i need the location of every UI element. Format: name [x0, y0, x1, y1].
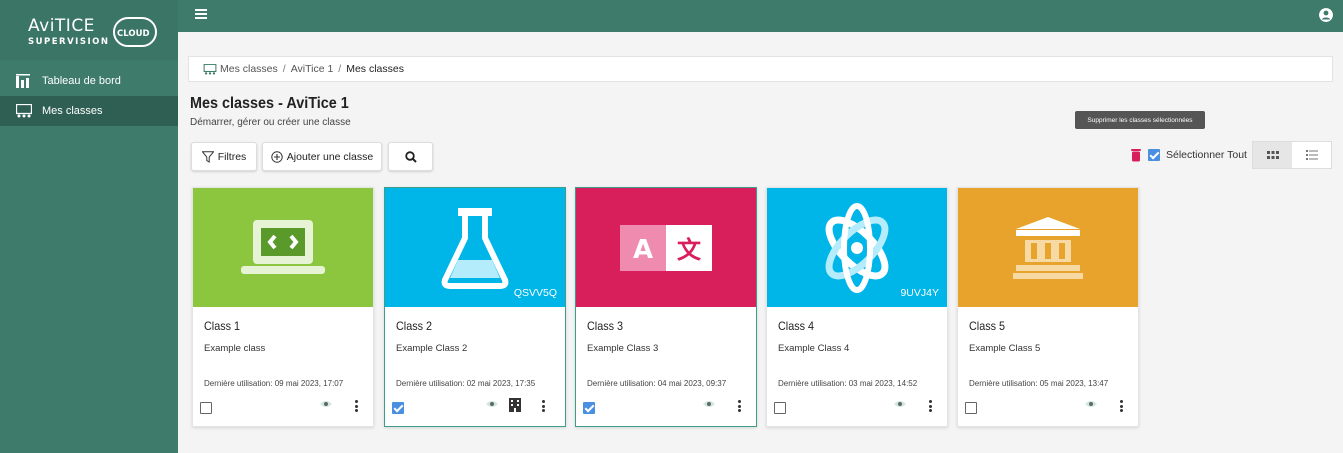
more-options-icon[interactable]: [929, 400, 933, 412]
filters-button[interactable]: Filtres: [191, 142, 257, 171]
add-circle-icon: [271, 150, 283, 163]
select-all-label: Sélectionner Tout: [1166, 149, 1247, 161]
list-view-button[interactable]: [1292, 142, 1331, 168]
breadcrumb-current: Mes classes: [346, 63, 404, 75]
laptop-code-icon: [241, 219, 325, 274]
delete-tooltip: Supprimer les classes sélectionnées: [1075, 111, 1205, 129]
filters-label: Filtres: [217, 150, 247, 163]
class-card[interactable]: 9UVJ4Y Class 4 Example Class 4 Dernière …: [766, 187, 948, 427]
sidebar-item-label: Tableau de bord: [42, 75, 121, 87]
class-name: Class 5: [969, 319, 1006, 333]
search-button[interactable]: [388, 142, 433, 171]
more-options-icon[interactable]: [355, 400, 359, 412]
page-subtitle: Démarrer, gérer ou créer une classe: [190, 117, 351, 128]
breadcrumb-separator: /: [338, 63, 342, 75]
more-options-icon[interactable]: [738, 400, 742, 412]
eye-icon[interactable]: [319, 399, 333, 409]
class-code: 9UVJ4Y: [900, 287, 939, 299]
class-description: Example Class 5: [969, 343, 1041, 354]
class-checkbox[interactable]: [392, 402, 404, 414]
sidebar-item-classes[interactable]: Mes classes: [0, 96, 178, 126]
last-used-date: Dernière utilisation: 03 mai 2023, 14:52: [778, 379, 918, 388]
eye-icon[interactable]: [485, 399, 499, 409]
last-used-date: Dernière utilisation: 02 mai 2023, 17:35: [396, 379, 536, 388]
class-name: Class 2: [396, 319, 433, 333]
select-all-checkbox[interactable]: [1148, 149, 1160, 161]
svg-text:文: 文: [677, 236, 702, 264]
top-bar: [178, 0, 1343, 32]
filter-icon: [201, 150, 214, 163]
classes-icon: [16, 104, 32, 118]
class-card-image[interactable]: 9UVJ4Y: [767, 188, 947, 307]
class-card-image[interactable]: A 文: [576, 188, 756, 307]
building-icon[interactable]: [509, 398, 521, 412]
last-used-date: Dernière utilisation: 05 mai 2023, 13:47: [969, 379, 1109, 388]
add-class-button[interactable]: Ajouter une classe: [262, 142, 382, 171]
class-description: Example class: [204, 343, 266, 354]
class-card-image[interactable]: QSVV5Q: [385, 188, 565, 307]
eye-icon[interactable]: [893, 399, 907, 409]
class-card-image[interactable]: [193, 188, 373, 307]
trash-icon[interactable]: [1130, 148, 1142, 162]
add-class-label: Ajouter une classe: [286, 150, 374, 163]
class-description: Example Class 3: [587, 343, 659, 354]
class-name: Class 1: [204, 319, 241, 333]
last-used-date: Dernière utilisation: 04 mai 2023, 09:37: [587, 379, 727, 388]
more-options-icon[interactable]: [542, 400, 546, 412]
breadcrumb-separator: /: [282, 63, 286, 75]
classes-icon: [203, 63, 217, 75]
eye-icon[interactable]: [702, 399, 716, 409]
breadcrumb: Mes classes / AviTice 1 / Mes classes: [188, 56, 1333, 82]
svg-text:A: A: [633, 235, 653, 265]
museum-icon: [1013, 216, 1083, 279]
class-card-image[interactable]: [958, 188, 1138, 307]
app-logo[interactable]: AviTICE SUPERVISION CLOUD: [0, 0, 178, 60]
cloud-badge-label: CLOUD: [117, 29, 150, 39]
user-icon[interactable]: [1319, 8, 1333, 22]
class-checkbox[interactable]: [200, 402, 212, 414]
more-options-icon[interactable]: [1120, 400, 1124, 412]
list-icon: [1305, 150, 1318, 160]
grid-view-button[interactable]: [1253, 142, 1292, 168]
class-checkbox[interactable]: [774, 402, 786, 414]
class-description: Example Class 2: [396, 343, 468, 354]
page-title: Mes classes - AviTice 1: [190, 95, 349, 112]
breadcrumb-link[interactable]: AviTice 1: [291, 63, 334, 75]
flask-icon: [441, 207, 509, 289]
class-description: Example Class 4: [778, 343, 850, 354]
class-card[interactable]: QSVV5Q Class 2 Example Class 2 Dernière …: [384, 187, 566, 427]
sidebar-item-dashboard[interactable]: Tableau de bord: [0, 66, 178, 96]
search-icon: [404, 150, 417, 163]
class-card[interactable]: Class 1 Example class Dernière utilisati…: [192, 187, 374, 427]
class-name: Class 4: [778, 319, 815, 333]
menu-icon[interactable]: [195, 9, 207, 19]
class-name: Class 3: [587, 319, 624, 333]
class-card[interactable]: A 文 Class 3 Example Class 3 Dernière uti…: [575, 187, 757, 427]
last-used-date: Dernière utilisation: 09 mai 2023, 17:07: [204, 379, 344, 388]
breadcrumb-link[interactable]: Mes classes: [220, 63, 278, 75]
class-code: QSVV5Q: [513, 287, 557, 299]
class-checkbox[interactable]: [965, 402, 977, 414]
logo-brand: AviTICE: [28, 16, 95, 36]
sidebar: AviTICE SUPERVISION CLOUD Tableau de bor…: [0, 0, 178, 453]
class-card[interactable]: Class 5 Example Class 5 Dernière utilisa…: [957, 187, 1139, 427]
dashboard-icon: [16, 74, 30, 88]
eye-icon[interactable]: [1084, 399, 1098, 409]
atom-icon: [825, 202, 889, 293]
sidebar-item-label: Mes classes: [42, 105, 103, 117]
view-toggle: [1252, 141, 1332, 169]
grid-icon: [1266, 151, 1279, 159]
logo-subtitle: SUPERVISION: [28, 37, 110, 47]
translate-icon: A 文: [620, 224, 712, 271]
class-checkbox[interactable]: [583, 402, 595, 414]
select-all-control[interactable]: Sélectionner Tout: [1130, 141, 1247, 169]
